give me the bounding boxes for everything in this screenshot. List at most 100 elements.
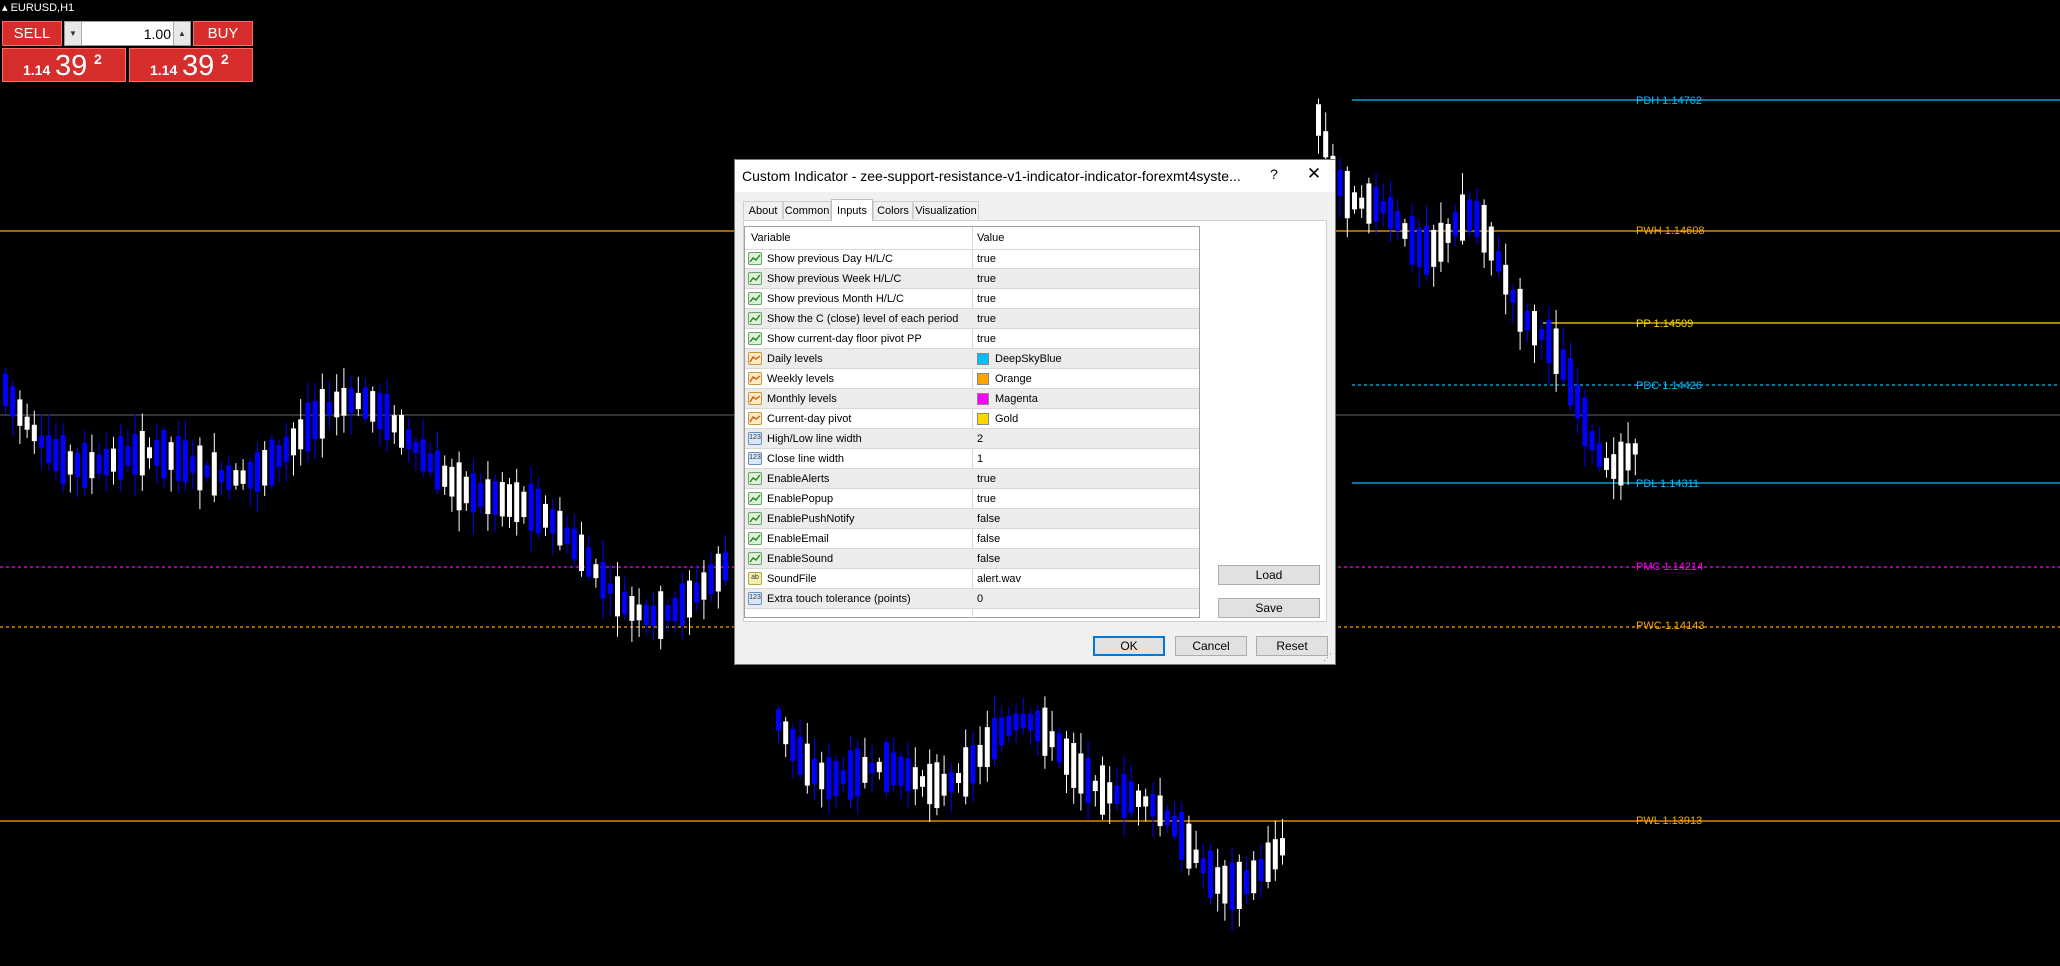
dialog-title-bar[interactable]: Custom Indicator - zee-support-resistanc… <box>735 160 1335 192</box>
reset-button[interactable]: Reset <box>1256 636 1328 656</box>
int-param-icon: 123 <box>748 452 762 465</box>
param-row[interactable]: Show previous Day H/L/C true <box>745 249 1199 269</box>
candle-body <box>319 388 325 439</box>
candle-body <box>1064 738 1069 775</box>
candle-body <box>1337 169 1343 197</box>
param-row[interactable]: Weekly levels Orange <box>745 369 1199 389</box>
lot-increase-icon[interactable]: ▲ <box>173 22 190 45</box>
param-value[interactable]: true <box>977 293 996 305</box>
bool-param-icon <box>748 552 762 565</box>
param-row[interactable]: EnableAlerts true <box>745 469 1199 489</box>
param-value[interactable]: 0 <box>977 593 983 605</box>
buy-price-button[interactable]: 1.14 39 2 <box>129 48 253 82</box>
param-value[interactable]: Gold <box>995 413 1018 425</box>
tab-visualization[interactable]: Visualization <box>913 201 979 219</box>
param-value[interactable]: true <box>977 493 996 505</box>
candle-body <box>197 445 203 491</box>
candle-body <box>60 434 66 485</box>
param-value[interactable]: true <box>977 333 996 345</box>
close-icon[interactable]: ✕ <box>1302 164 1326 186</box>
param-row[interactable]: Show current-day floor pivot PP true <box>745 329 1199 349</box>
tab-common[interactable]: Common <box>783 201 831 219</box>
param-row[interactable]: EnableSound false <box>745 549 1199 569</box>
param-value[interactable]: DeepSkyBlue <box>995 353 1062 365</box>
candle-body <box>132 433 138 475</box>
collapse-arrow-icon[interactable]: ▴ <box>2 2 11 14</box>
param-row[interactable]: Show previous Week H/L/C true <box>745 269 1199 289</box>
param-value[interactable]: Orange <box>995 373 1032 385</box>
candle-body <box>240 470 246 484</box>
resize-grip-icon[interactable]: ⋰ <box>1323 652 1333 662</box>
lot-decrease-icon[interactable]: ▼ <box>65 22 82 45</box>
color-swatch[interactable] <box>977 373 989 385</box>
sell-price-button[interactable]: 1.14 39 2 <box>2 48 126 82</box>
candle-body <box>427 453 433 473</box>
candle-body <box>154 440 160 466</box>
save-button[interactable]: Save <box>1218 598 1320 618</box>
param-row[interactable]: 123 Extra touch tolerance (points) 0 <box>745 589 1199 609</box>
param-value[interactable]: true <box>977 313 996 325</box>
candle-body <box>941 773 947 796</box>
param-row[interactable]: Show previous Month H/L/C true <box>745 289 1199 309</box>
candle-body <box>571 528 577 560</box>
param-value[interactable]: false <box>977 513 1000 525</box>
sell-button[interactable]: SELL <box>2 21 62 46</box>
color-swatch[interactable] <box>977 353 989 365</box>
param-value[interactable]: true <box>977 273 996 285</box>
candle-body <box>31 424 37 442</box>
load-button[interactable]: Load <box>1218 565 1320 585</box>
inputs-grid[interactable]: Variable Value Show previous Day H/L/C tr… <box>744 226 1200 619</box>
param-row[interactable]: EnablePushNotify false <box>745 509 1199 529</box>
variable-column-header[interactable]: Variable <box>751 232 791 244</box>
candle-body <box>269 439 275 486</box>
param-value[interactable]: 1 <box>977 453 983 465</box>
color-param-icon <box>748 412 762 425</box>
value-column-header[interactable]: Value <box>977 232 1004 244</box>
candle-body <box>1366 183 1372 224</box>
ok-button[interactable]: OK <box>1093 636 1165 656</box>
candle-body <box>876 761 882 773</box>
param-value[interactable]: true <box>977 473 996 485</box>
tab-about[interactable]: About <box>743 201 783 219</box>
param-value[interactable]: false <box>977 533 1000 545</box>
candle-body <box>1042 707 1048 756</box>
tab-inputs[interactable]: Inputs <box>831 199 873 221</box>
candle-body <box>492 481 498 515</box>
param-name: Daily levels <box>767 353 823 365</box>
buy-button[interactable]: BUY <box>193 21 253 46</box>
param-value[interactable]: false <box>977 553 1000 565</box>
buy-price-small: 1.14 <box>150 62 178 78</box>
candle-body <box>905 758 911 791</box>
candle-body <box>67 451 73 475</box>
candle-body <box>147 447 152 459</box>
candle-body <box>1445 223 1451 243</box>
tab-colors[interactable]: Colors <box>873 201 913 219</box>
param-name: Show previous Week H/L/C <box>767 273 902 285</box>
cancel-button[interactable]: Cancel <box>1175 636 1247 656</box>
param-value[interactable]: Magenta <box>995 393 1038 405</box>
param-value[interactable]: 2 <box>977 433 983 445</box>
param-row[interactable]: Monthly levels Magenta <box>745 389 1199 409</box>
help-icon[interactable]: ? <box>1263 166 1285 186</box>
param-row[interactable]: Show the C (close) level of each period t… <box>745 309 1199 329</box>
param-row[interactable]: Daily levels DeepSkyBlue <box>745 349 1199 369</box>
param-row[interactable]: 123 Close line width 1 <box>745 449 1199 469</box>
candle-body <box>226 465 232 490</box>
candle-body <box>139 430 145 476</box>
param-row[interactable]: EnablePopup true <box>745 489 1199 509</box>
color-swatch[interactable] <box>977 393 989 405</box>
candle-body <box>283 436 289 462</box>
param-name: Monthly levels <box>767 393 837 405</box>
param-row[interactable]: 123 High/Low line width 2 <box>745 429 1199 449</box>
param-row[interactable]: Current-day pivot Gold <box>745 409 1199 429</box>
candle-body <box>363 387 368 419</box>
param-row[interactable]: ab SoundFile alert.wav <box>745 569 1199 589</box>
param-value[interactable]: alert.wav <box>977 573 1021 585</box>
candle-body <box>819 762 825 790</box>
candle-body <box>579 534 584 572</box>
param-value[interactable]: true <box>977 253 996 265</box>
color-swatch[interactable] <box>977 413 989 425</box>
lot-size-input[interactable] <box>83 24 171 43</box>
param-row[interactable]: EnableEmail false <box>745 529 1199 549</box>
candle-body <box>1452 212 1458 237</box>
